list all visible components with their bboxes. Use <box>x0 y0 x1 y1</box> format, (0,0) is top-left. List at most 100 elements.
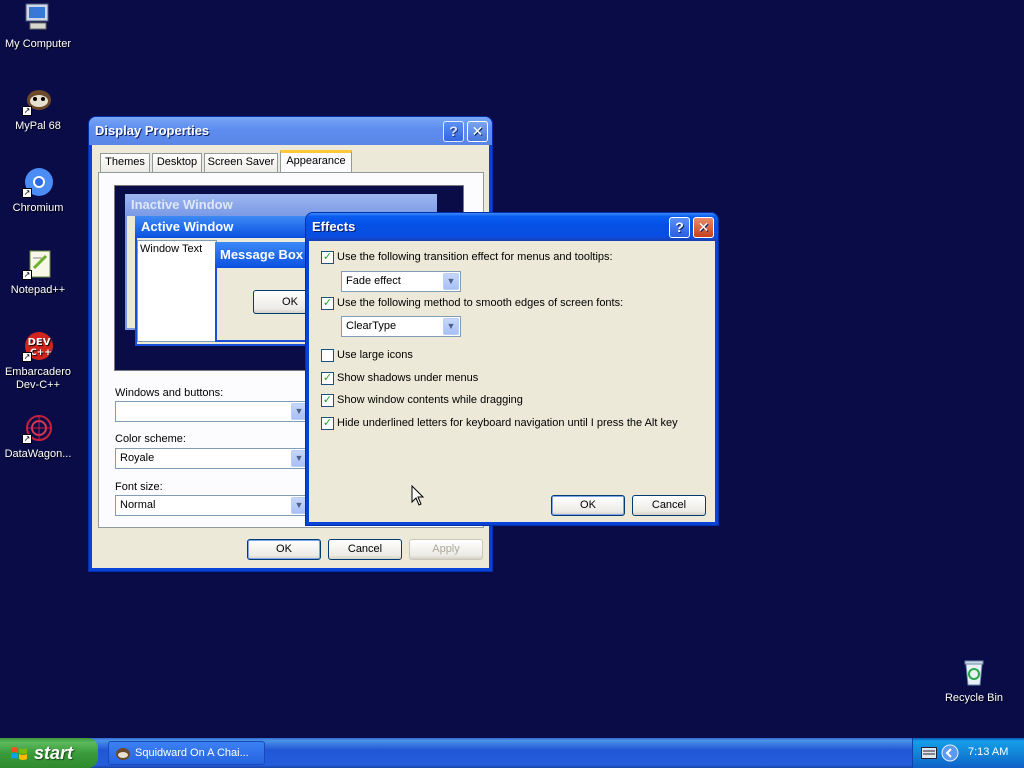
checkbox[interactable]: ✓ <box>321 297 334 310</box>
option-label: Use the following method to smooth edges… <box>337 297 624 309</box>
ok-button[interactable]: OK <box>247 539 321 560</box>
desktop-icon-datawagon[interactable]: ↗ DataWagon... <box>0 412 78 461</box>
option-window-contents-drag[interactable]: ✓ Show window contents while dragging <box>321 394 523 410</box>
ok-label: OK <box>276 543 292 555</box>
cancel-label: Cancel <box>651 499 687 511</box>
svg-text:C++: C++ <box>30 348 52 358</box>
preview-window-text: Window Text <box>140 243 203 255</box>
chevron-down-icon: ▼ <box>291 403 307 420</box>
taskbar-button-label: Squidward On A Chai... <box>135 747 249 759</box>
desktop-icon-devcpp[interactable]: DEV C++ ↗ Embarcadero Dev-C++ <box>0 330 78 392</box>
my-computer-icon <box>22 2 54 34</box>
close-icon: ✕ <box>697 219 710 235</box>
option-label: Use the following transition effect for … <box>337 251 613 263</box>
tab-desktop[interactable]: Desktop <box>152 153 202 172</box>
taskbar-button-squidward[interactable]: Squidward On A Chai... <box>108 741 265 765</box>
preview-inactive-title: Inactive Window <box>131 197 233 212</box>
help-icon: ? <box>449 123 458 139</box>
effects-ok-button[interactable]: OK <box>551 495 625 516</box>
shortcut-arrow-icon: ↗ <box>22 188 32 198</box>
option-label: Show shadows under menus <box>337 372 479 384</box>
checkmark-icon: ✓ <box>322 251 333 263</box>
checkmark-icon: ✓ <box>322 394 333 406</box>
desktop-icon-label: MyPal 68 <box>15 120 61 132</box>
option-smooth-fonts[interactable]: ✓ Use the following method to smooth edge… <box>321 297 623 313</box>
option-transition-effect[interactable]: ✓ Use the following transition effect for… <box>321 251 613 267</box>
mypal-icon <box>116 748 130 760</box>
start-button[interactable]: start <box>0 738 98 768</box>
desktop-icon-chromium[interactable]: ↗ Chromium <box>0 166 78 215</box>
mypal-icon: ↗ <box>22 84 54 116</box>
effects-titlebar[interactable]: Effects ? ✕ <box>306 213 718 241</box>
window-title: Display Properties <box>95 123 210 138</box>
effects-dialog: Effects ? ✕ ✓ Use the following transitio… <box>306 213 718 525</box>
desktop-icon-label: Recycle Bin <box>944 692 1004 704</box>
close-button[interactable]: ✕ <box>467 121 488 142</box>
help-button[interactable]: ? <box>669 217 690 238</box>
checkmark-icon: ✓ <box>322 417 333 429</box>
font-size-label: Font size: <box>115 481 163 493</box>
desktop-icon-label: DataWagon... <box>4 448 72 460</box>
help-button[interactable]: ? <box>443 121 464 142</box>
desktop-icon-label: Chromium <box>12 202 64 214</box>
tab-screen-saver[interactable]: Screen Saver <box>204 153 278 172</box>
select-value: Royale <box>120 452 155 464</box>
preview-window-text-area: Window Text <box>137 240 217 342</box>
checkbox[interactable]: ✓ <box>321 417 334 430</box>
system-tray: 7:13 AM <box>912 738 1024 768</box>
help-icon: ? <box>675 219 684 235</box>
start-label: start <box>34 743 74 763</box>
desktop-icon-notepadpp[interactable]: ↗ Notepad++ <box>0 248 78 297</box>
font-size-select[interactable]: Normal ▼ <box>115 495 309 516</box>
desktop-icon-recycle-bin[interactable]: Recycle Bin <box>934 656 1014 705</box>
chevron-down-icon: ▼ <box>443 318 459 335</box>
close-button[interactable]: ✕ <box>693 217 714 238</box>
color-scheme-select[interactable]: Royale ▼ <box>115 448 309 469</box>
option-label: Use large icons <box>337 349 413 361</box>
tab-label: Screen Saver <box>207 156 275 168</box>
shortcut-arrow-icon: ↗ <box>22 270 32 280</box>
select-value: ClearType <box>346 320 397 332</box>
chevron-down-icon: ▼ <box>291 497 307 514</box>
chevron-down-icon: ▼ <box>443 273 459 290</box>
taskbar: start Squidward On A Chai... 7:13 AM <box>0 738 1024 768</box>
desktop-icon-my-computer[interactable]: My Computer <box>0 2 78 51</box>
desktop-icon-label: Notepad++ <box>10 284 66 296</box>
effects-cancel-button[interactable]: Cancel <box>632 495 706 516</box>
show-hidden-icons-icon[interactable] <box>941 744 959 762</box>
option-hide-underlined-letters[interactable]: ✓ Hide underlined letters for keyboard na… <box>321 417 678 433</box>
preview-message-title: Message Box <box>220 247 304 262</box>
shortcut-arrow-icon: ↗ <box>22 434 32 444</box>
option-label: Hide underlined letters for keyboard nav… <box>337 417 678 429</box>
desktop-icon-label: Embarcadero Dev-C++ <box>4 366 72 391</box>
devcpp-icon: DEV C++ ↗ <box>22 330 54 362</box>
windows-and-buttons-select[interactable]: ▼ <box>115 401 309 422</box>
mouse-cursor-icon <box>411 485 425 506</box>
shortcut-arrow-icon: ↗ <box>22 352 32 362</box>
checkmark-icon: ✓ <box>322 372 333 384</box>
tab-label: Appearance <box>286 155 346 167</box>
datawagon-icon: ↗ <box>22 412 54 444</box>
keyboard-icon[interactable] <box>921 747 937 759</box>
checkbox[interactable]: ✓ <box>321 372 334 385</box>
select-value: Fade effect <box>346 275 401 287</box>
checkbox[interactable] <box>321 349 334 362</box>
font-smoothing-select[interactable]: ClearType ▼ <box>341 316 461 337</box>
option-large-icons[interactable]: Use large icons <box>321 349 413 365</box>
display-properties-titlebar[interactable]: Display Properties ? ✕ <box>89 117 492 145</box>
option-menu-shadows[interactable]: ✓ Show shadows under menus <box>321 372 478 388</box>
cancel-button[interactable]: Cancel <box>328 539 402 560</box>
desktop-icon-mypal[interactable]: ↗ MyPal 68 <box>0 84 78 133</box>
checkbox[interactable]: ✓ <box>321 251 334 264</box>
recycle-bin-icon <box>958 656 990 688</box>
shortcut-arrow-icon: ↗ <box>22 106 32 116</box>
clock[interactable]: 7:13 AM <box>968 746 1008 758</box>
cancel-label: Cancel <box>347 543 383 555</box>
tab-themes[interactable]: Themes <box>100 153 150 172</box>
checkbox[interactable]: ✓ <box>321 394 334 407</box>
tab-appearance[interactable]: Appearance <box>280 150 352 173</box>
notepadpp-icon: ↗ <box>22 248 54 280</box>
preview-ok-label: OK <box>282 296 298 308</box>
checkmark-icon: ✓ <box>322 297 333 309</box>
transition-effect-select[interactable]: Fade effect ▼ <box>341 271 461 292</box>
